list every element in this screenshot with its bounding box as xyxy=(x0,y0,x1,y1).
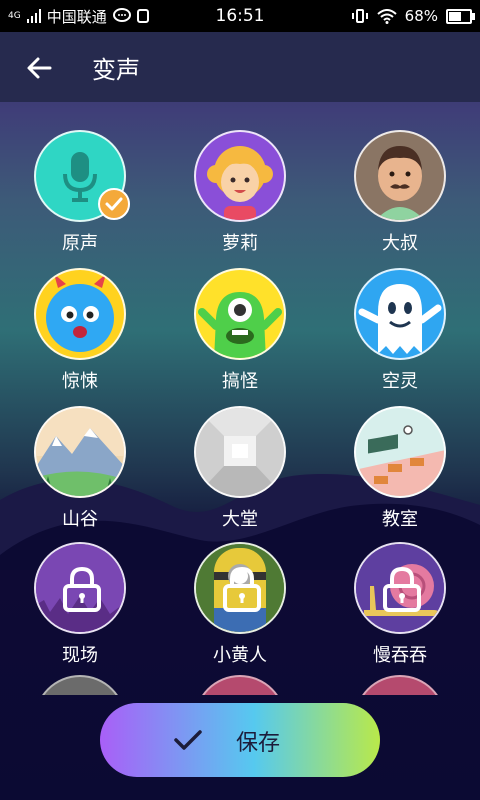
voice-label: 萝莉 xyxy=(222,233,258,254)
mountain-icon xyxy=(36,408,124,496)
voice-avatar-partial xyxy=(194,675,286,695)
status-bar: 4G 中国联通 16:51 68% xyxy=(0,0,480,32)
page-title: 变声 xyxy=(92,56,140,84)
voice-avatar-valley xyxy=(34,406,126,498)
checkmark-icon xyxy=(174,730,202,750)
voice-label: 现场 xyxy=(62,645,98,666)
back-arrow-icon[interactable] xyxy=(24,52,56,84)
ghost-icon xyxy=(358,284,442,354)
voice-avatar-hall xyxy=(194,406,286,498)
voice-avatar-slow xyxy=(354,542,446,634)
girl-avatar-icon xyxy=(207,146,273,220)
voice-item-slow[interactable]: 慢吞吞 xyxy=(340,542,460,667)
voice-avatar-thriller xyxy=(34,268,126,360)
voice-item-loli[interactable]: 萝莉 xyxy=(180,130,300,255)
voice-avatar-minion xyxy=(194,542,286,634)
voice-item-classroom[interactable]: 教室 xyxy=(340,406,460,531)
selected-check-icon xyxy=(98,188,130,220)
voice-avatar-classroom xyxy=(354,406,446,498)
voice-label: 教室 xyxy=(382,509,418,530)
lock-icon xyxy=(383,566,421,612)
voice-item-live[interactable]: 现场 xyxy=(20,542,140,667)
voice-avatar-ethereal xyxy=(354,268,446,360)
hall-icon xyxy=(196,408,284,496)
man-avatar-icon xyxy=(375,146,425,220)
battery-percent: 68% xyxy=(404,7,438,25)
vibrate-icon xyxy=(351,9,368,23)
voice-item-partial[interactable] xyxy=(30,675,130,695)
battery-icon xyxy=(446,8,475,24)
voice-label: 慢吞吞 xyxy=(373,645,427,666)
voice-item-original[interactable]: 原声 xyxy=(20,130,140,255)
voice-item-thriller[interactable]: 惊悚 xyxy=(20,268,140,393)
voice-item-valley[interactable]: 山谷 xyxy=(20,406,140,531)
voice-item-hall[interactable]: 大堂 xyxy=(180,406,300,531)
voice-label: 小黄人 xyxy=(213,645,267,666)
voice-item-uncle[interactable]: 大叔 xyxy=(340,130,460,255)
voice-avatar-loli xyxy=(194,130,286,222)
voice-item-partial[interactable] xyxy=(350,675,450,695)
voice-label: 大堂 xyxy=(222,509,258,530)
voice-avatar-partial xyxy=(34,675,126,695)
voice-avatar-uncle xyxy=(354,130,446,222)
voice-label: 原声 xyxy=(62,233,98,254)
voice-item-partial[interactable] xyxy=(190,675,290,695)
save-button-label: 保存 xyxy=(236,731,281,756)
voice-label: 山谷 xyxy=(62,509,98,530)
battery-level-fill xyxy=(449,11,461,21)
voice-item-funny[interactable]: 搞怪 xyxy=(180,268,300,393)
lock-icon xyxy=(223,566,261,612)
voice-avatar-partial xyxy=(354,675,446,695)
voice-avatar-funny xyxy=(194,268,286,360)
voice-label: 惊悚 xyxy=(62,371,98,392)
voice-label: 空灵 xyxy=(382,371,418,392)
alien-icon xyxy=(198,292,282,358)
save-button[interactable]: 保存 xyxy=(100,703,380,777)
voice-item-ethereal[interactable]: 空灵 xyxy=(340,268,460,393)
lock-icon xyxy=(63,566,101,612)
status-time: 16:51 xyxy=(215,6,265,26)
monster-icon xyxy=(46,274,114,352)
wifi-icon xyxy=(376,8,397,24)
classroom-icon xyxy=(356,408,444,496)
voice-label: 大叔 xyxy=(382,233,418,254)
voice-avatar-live xyxy=(34,542,126,634)
voice-label: 搞怪 xyxy=(222,371,258,392)
app-bar: 变声 xyxy=(0,32,480,102)
voice-item-minion[interactable]: 小黄人 xyxy=(180,542,300,667)
